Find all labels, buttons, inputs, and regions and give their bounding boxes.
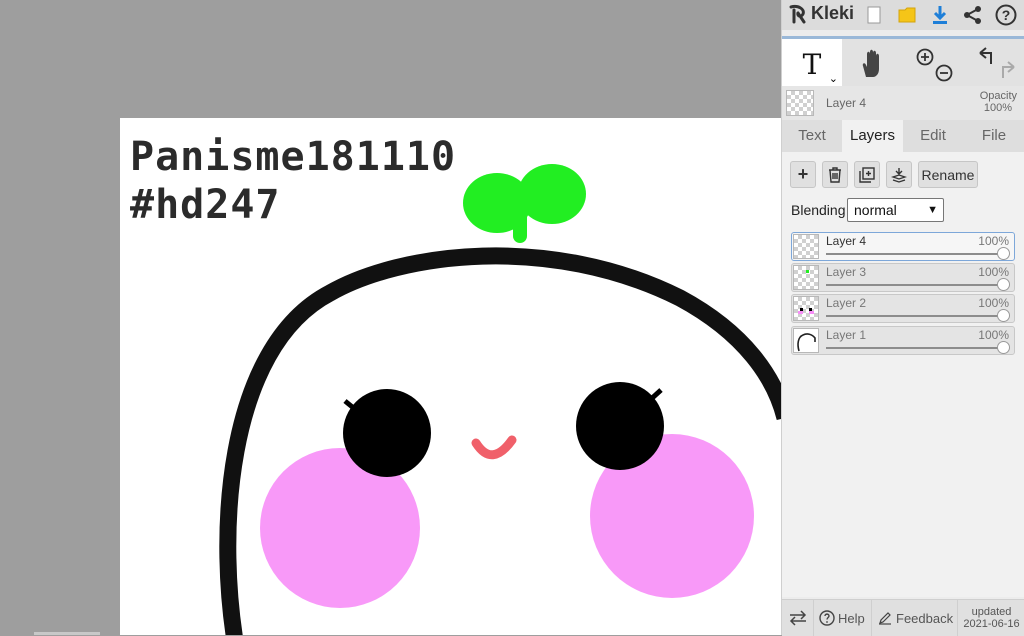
tab-layers[interactable]: Layers — [842, 120, 903, 152]
updated-label: updated — [971, 606, 1012, 618]
blending-select[interactable]: normal ▼ — [847, 198, 944, 222]
current-layer-info: Layer 4 Opacity 100% — [782, 86, 1024, 121]
layer-row[interactable]: Layer 3 100% — [791, 263, 1015, 292]
layer-name: Layer 1 — [826, 328, 867, 342]
updated-date: 2021-06-16 — [963, 618, 1020, 630]
changelog-link[interactable]: updated 2021-06-16 — [958, 600, 1024, 636]
layer-opacity: 100% — [978, 328, 1009, 342]
share-icon[interactable] — [961, 3, 985, 27]
text-tool-button[interactable]: T ⌄ — [782, 39, 842, 89]
opacity-slider-handle[interactable] — [997, 309, 1010, 322]
eye-left — [343, 389, 431, 477]
zoom-buttons — [906, 39, 960, 89]
hand-tool-button[interactable] — [842, 39, 902, 89]
merge-down-icon — [891, 167, 907, 183]
layer-row[interactable]: Layer 2 100% — [791, 294, 1015, 323]
bottom-bar: Help Feedback updated 2021-06-16 — [782, 599, 1024, 636]
opacity-label: Opacity — [979, 90, 1017, 102]
save-icon[interactable] — [895, 3, 919, 27]
blending-label: Blending — [791, 202, 846, 218]
new-image-icon[interactable] — [862, 3, 886, 27]
zoom-in-icon[interactable] — [916, 48, 934, 66]
duplicate-icon — [859, 166, 875, 183]
delete-layer-button[interactable] — [822, 161, 848, 188]
text-tool-letter: T — [802, 47, 822, 81]
pencil-icon — [879, 612, 891, 625]
swap-side-button[interactable] — [782, 600, 814, 636]
layer-opacity: 100% — [978, 234, 1009, 248]
layer-row[interactable]: Layer 1 100% — [791, 326, 1015, 355]
help-symbol: ? — [1001, 7, 1011, 23]
chevron-down-icon: ▼ — [927, 204, 938, 216]
artwork-text-line1: Panisme181110 — [130, 134, 457, 180]
undo-redo-buttons — [968, 39, 1024, 89]
tool-row: T ⌄ — [782, 36, 1024, 89]
opacity-slider-handle[interactable] — [997, 247, 1010, 260]
artwork-text-line2: #hd247 — [130, 182, 281, 228]
hand-icon — [862, 49, 879, 77]
canvas-area[interactable]: Panisme181110 #hd247 — [0, 0, 781, 635]
add-layer-button[interactable]: + — [790, 161, 816, 188]
layer-name: Layer 3 — [826, 265, 867, 279]
layer-thumbnail — [793, 296, 819, 321]
feedback-button[interactable]: Feedback — [872, 600, 958, 636]
current-layer-name: Layer 4 — [826, 96, 867, 110]
swap-arrows-icon — [789, 610, 806, 626]
top-bar: Kleki ? — [782, 0, 1024, 30]
drawing-canvas[interactable]: Panisme181110 #hd247 — [120, 118, 781, 635]
opacity-slider-handle[interactable] — [997, 341, 1010, 354]
help-label: Help — [838, 610, 865, 626]
download-icon[interactable] — [928, 3, 952, 27]
side-panel: Kleki ? T ⌄ Layer 4 Opacity 100% Text La… — [781, 0, 1024, 636]
redo-icon[interactable] — [1001, 61, 1015, 78]
feedback-label: Feedback — [896, 610, 954, 626]
tab-text[interactable]: Text — [782, 120, 842, 152]
help-circle-icon — [819, 610, 835, 626]
merge-layer-button[interactable] — [886, 161, 912, 188]
help-icon[interactable]: ? — [994, 3, 1018, 27]
zoom-out-icon[interactable] — [935, 64, 953, 82]
opacity-slider-track[interactable] — [826, 315, 1000, 317]
blending-value: normal — [854, 202, 897, 218]
help-button[interactable]: Help — [814, 600, 872, 636]
layer-thumbnail — [793, 328, 819, 353]
panel-tabs: Text Layers Edit File — [782, 120, 1024, 152]
opacity-value: 100% — [983, 102, 1012, 114]
app-logo[interactable]: Kleki — [788, 3, 854, 24]
tab-file[interactable]: File — [963, 120, 1024, 152]
opacity-slider-track[interactable] — [826, 253, 1000, 255]
mouth — [471, 435, 517, 460]
current-layer-thumbnail — [786, 90, 814, 116]
opacity-slider-track[interactable] — [826, 347, 1000, 349]
rename-layer-button[interactable]: Rename — [918, 161, 978, 188]
kleki-logo-icon — [789, 4, 806, 23]
duplicate-layer-button[interactable] — [854, 161, 880, 188]
layer-opacity: 100% — [978, 296, 1009, 310]
layers-panel: + Rename Blending normal ▼ Layer 4 100% — [782, 152, 1024, 597]
layer-row[interactable]: Layer 4 100% — [791, 232, 1015, 261]
undo-icon[interactable] — [978, 47, 992, 64]
sprout — [463, 164, 586, 243]
tab-edit[interactable]: Edit — [903, 120, 963, 152]
opacity-slider-track[interactable] — [826, 284, 1000, 286]
opacity-slider-handle[interactable] — [997, 278, 1010, 291]
app-name: Kleki — [811, 3, 855, 23]
layer-thumbnail — [793, 265, 819, 290]
chevron-down-icon[interactable]: ⌄ — [829, 72, 838, 85]
layer-name: Layer 4 — [826, 234, 867, 248]
layer-thumbnail — [793, 234, 819, 259]
eye-right — [576, 382, 664, 470]
layer-opacity: 100% — [978, 265, 1009, 279]
trash-icon — [829, 166, 841, 183]
layer-name: Layer 2 — [826, 296, 867, 310]
